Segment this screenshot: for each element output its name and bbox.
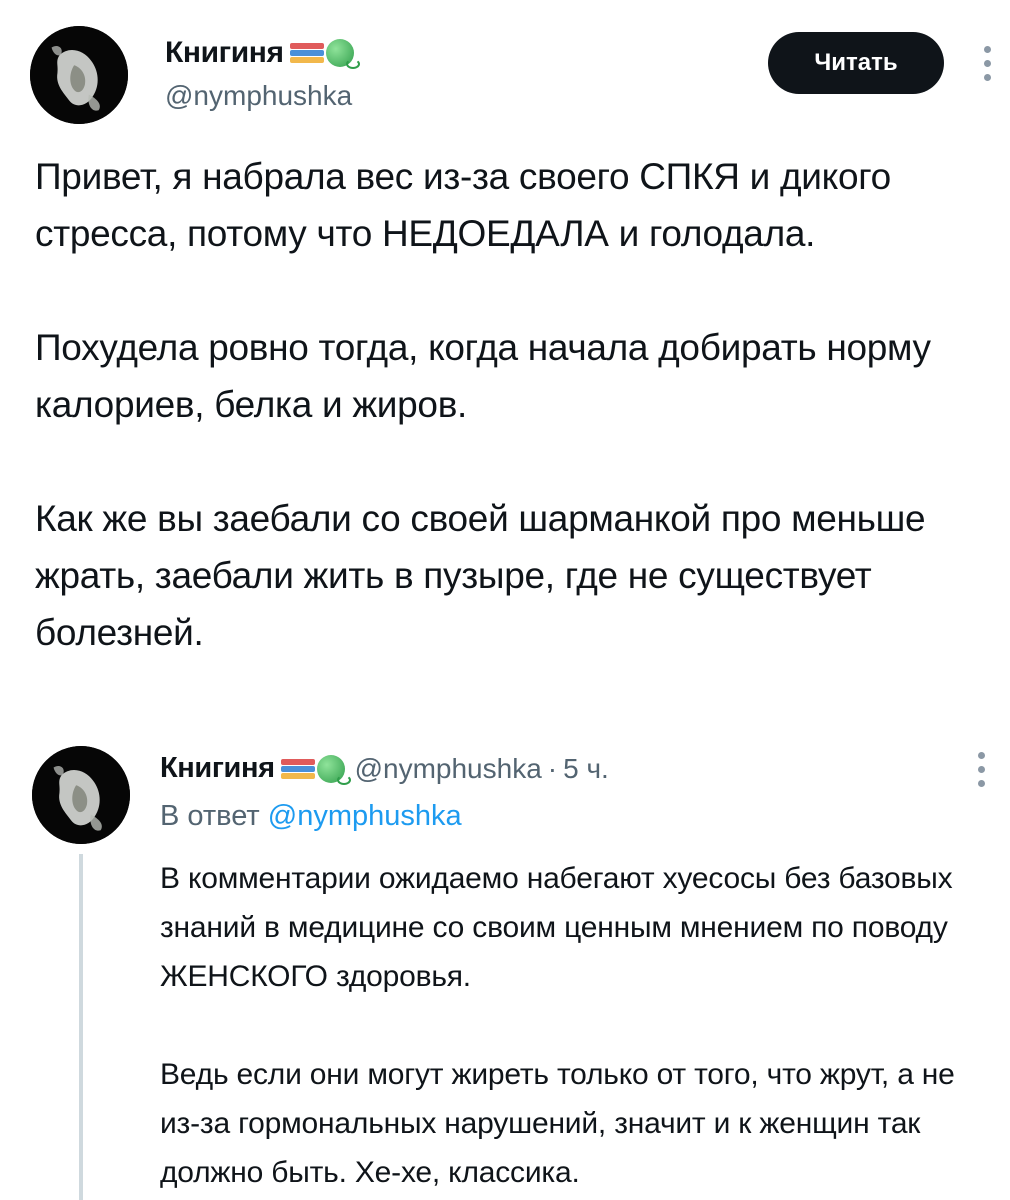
replying-to-handle-link[interactable]: @nymphushka (268, 800, 462, 832)
tweet-paragraph: Привет, я набрала вес из-за своего СПКЯ … (35, 156, 891, 254)
follow-button[interactable]: Читать (768, 32, 944, 94)
reply-author-handle[interactable]: @nymphushka (355, 753, 542, 785)
reply-more-options-icon[interactable] (976, 752, 986, 787)
author-name-text[interactable]: Книгиня (165, 36, 284, 70)
reply-author-name[interactable]: Книгиня (160, 752, 351, 785)
reply-header: Книгиня @nymphushka · 5 ч. (160, 752, 609, 785)
tweet-paragraph: Похудела ровно тогда, когда начала добир… (35, 327, 931, 425)
reply-author-avatar[interactable] (32, 746, 130, 844)
replying-to-prefix: В ответ (160, 800, 268, 832)
more-options-icon[interactable] (982, 46, 992, 81)
books-emoji-icon (289, 41, 324, 65)
thread-connector-line (79, 854, 83, 1200)
books-emoji-icon (280, 757, 315, 781)
reply-text: В комментарии ожидаемо набегают хуесосы … (160, 854, 980, 1200)
tweet-text: Привет, я набрала вес из-за своего СПКЯ … (35, 148, 985, 661)
author-avatar[interactable] (30, 26, 128, 124)
separator-dot: · (547, 752, 558, 784)
author-handle[interactable]: @nymphushka (165, 80, 352, 112)
reply-paragraph: Ведь если они могут жиреть только от тог… (160, 1058, 955, 1189)
reply-author-name-text[interactable]: Книгиня (160, 752, 275, 785)
reply-timestamp[interactable]: 5 ч. (563, 753, 609, 785)
reply-paragraph: В комментарии ожидаемо набегают хуесосы … (160, 862, 953, 993)
author-name[interactable]: Книгиня (165, 36, 360, 70)
yarn-emoji-icon (325, 39, 360, 69)
yarn-emoji-icon (316, 754, 351, 785)
replying-to: В ответ @nymphushka (160, 800, 462, 833)
tweet-paragraph: Как же вы заебали со своей шарманкой про… (35, 498, 926, 653)
